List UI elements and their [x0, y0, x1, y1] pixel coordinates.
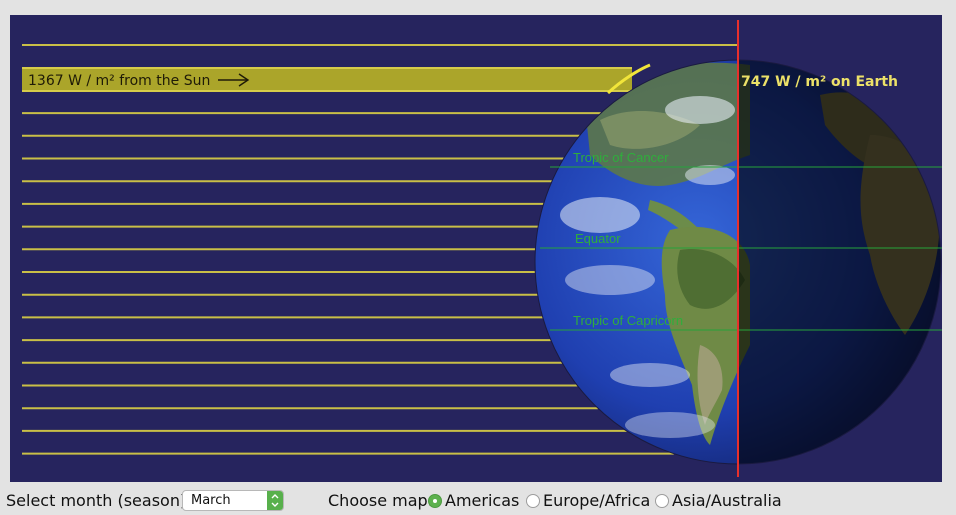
equator-label: Equator [575, 231, 621, 246]
tropic-of-capricorn-label: Tropic of Capricorn [573, 313, 683, 328]
month-select-label: Select month (season): [6, 491, 192, 510]
map-option-label: Asia/Australia [672, 491, 782, 510]
radio-unselected-icon[interactable] [655, 493, 669, 508]
map-option-europe-africa[interactable]: Europe/Africa [526, 491, 650, 510]
sun-intensity-label: 1367 W / m² from the Sun [28, 73, 210, 89]
select-stepper-icon[interactable] [267, 491, 283, 510]
month-select-value: March [191, 493, 231, 508]
month-select[interactable]: March [182, 490, 284, 511]
earth-intensity-label: 747 W / m² on Earth [741, 74, 898, 90]
controls-bar: Select month (season): March Choose map:… [0, 486, 956, 515]
radio-selected-icon[interactable] [428, 493, 442, 508]
map-option-label: Europe/Africa [543, 491, 651, 510]
insolation-simulation: Tropic of Cancer Equator Tropic of Capri… [10, 15, 942, 482]
tropic-of-cancer-label: Tropic of Cancer [573, 150, 669, 165]
map-option-americas[interactable]: Americas [428, 491, 519, 510]
simulation-canvas: Tropic of Cancer Equator Tropic of Capri… [22, 20, 942, 477]
radio-unselected-icon[interactable] [526, 493, 540, 508]
map-option-asia-australia[interactable]: Asia/Australia [655, 491, 782, 510]
map-option-label: Americas [445, 491, 520, 510]
map-choice-label: Choose map: [328, 491, 434, 510]
